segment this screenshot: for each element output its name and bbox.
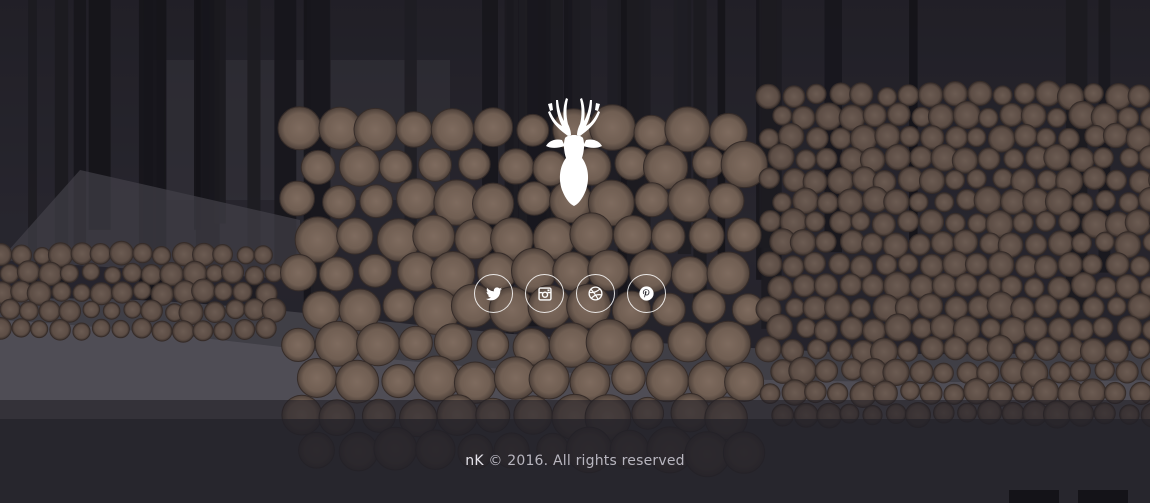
copyright-text: nK © 2016. All rights reserved bbox=[0, 453, 1150, 469]
footer-corner-block-left bbox=[1009, 490, 1059, 503]
twitter-button[interactable] bbox=[474, 274, 513, 313]
footer-brand-link[interactable]: nK bbox=[465, 453, 483, 469]
social-links bbox=[474, 274, 666, 313]
instagram-icon bbox=[537, 286, 552, 301]
footer: nK © 2016. All rights reserved bbox=[0, 419, 1150, 503]
deer-head-icon bbox=[546, 98, 602, 206]
dribbble-icon bbox=[588, 286, 603, 301]
instagram-button[interactable] bbox=[525, 274, 564, 313]
dribbble-button[interactable] bbox=[576, 274, 615, 313]
twitter-icon bbox=[485, 286, 502, 300]
pinterest-button[interactable] bbox=[627, 274, 666, 313]
pinterest-icon bbox=[639, 286, 654, 301]
copyright-label: © 2016. All rights reserved bbox=[488, 453, 685, 469]
hero-section: nK © 2016. All rights reserved bbox=[0, 0, 1150, 503]
footer-corner-block-right bbox=[1078, 490, 1128, 503]
